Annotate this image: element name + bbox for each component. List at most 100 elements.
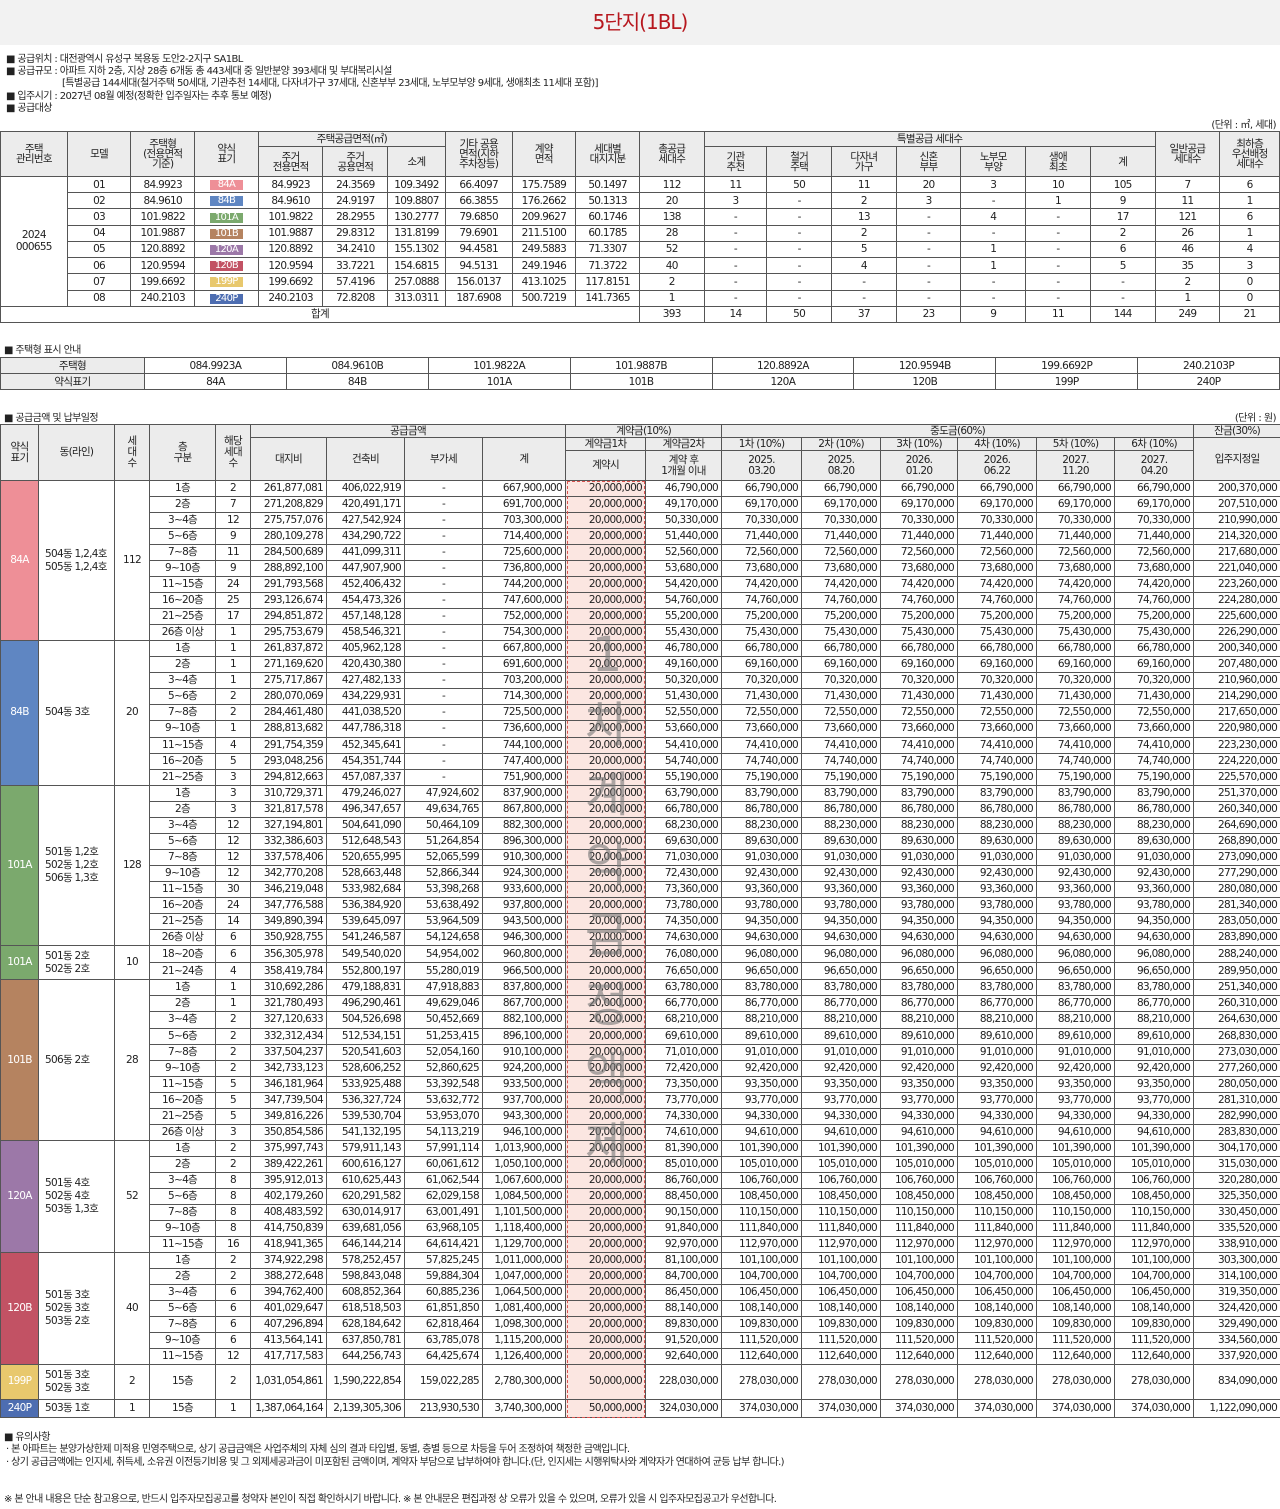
supply-cell: 6 [1089, 240, 1156, 259]
price-middle-6: 94,330,000 [1114, 1107, 1195, 1125]
price-build: 618,518,503 [326, 1300, 405, 1318]
supply-cell: 105 [1089, 175, 1156, 194]
price-floor: 11~15층 [149, 736, 216, 754]
supply-row: 2024 000655 01 84.9923 84A 84.9923 24.3569 109… [0, 175, 1280, 307]
supply-cell: - [1025, 289, 1091, 307]
price-build: 552,800,197 [326, 962, 405, 981]
price-floor: 3~4층 [149, 1011, 216, 1029]
price-row: 16~20층 25 293,126,674 454,473,326-747,600,0… [1, 592, 1280, 610]
price-middle-1: 73,680,000 [721, 560, 803, 578]
price-floor: 1층 [149, 979, 216, 997]
price-land: 293,048,256 [250, 752, 327, 770]
price-units: 1 [215, 640, 251, 658]
price-deposit2: 74,610,000 [645, 1123, 723, 1141]
supply-cell: 28 [638, 224, 705, 242]
price-floor: 9~10층 [149, 1219, 216, 1237]
price-middle-6: 69,160,000 [1114, 656, 1195, 674]
typemap-type: 240.2103P [1137, 357, 1280, 374]
supply-cell: - [895, 289, 962, 307]
price-sum: 1,064,500,000 [481, 1283, 567, 1302]
supply-cell: - [960, 192, 1027, 210]
price-balance: 214,290,000 [1193, 688, 1280, 706]
supply-total-cell: 249 [1154, 305, 1221, 324]
price-deposit2: 49,160,000 [645, 656, 723, 674]
price-sum: 882,300,000 [481, 816, 567, 834]
price-row: 5~6층 9 280,109,278 434,290,722-714,400,000 2… [1, 528, 1280, 546]
price-units: 6 [215, 1316, 251, 1334]
price-middle-5: 108,450,000 [1036, 1187, 1116, 1205]
price-households-cell: 2 [114, 1364, 150, 1400]
price-deposit1: 20,000,000 [565, 1091, 647, 1109]
supply-cell: 5 [831, 240, 897, 259]
price-row: 5~6층 8 402,179,260 620,291,582 62,029,158 1,0… [1, 1187, 1280, 1205]
price-middle-2: 93,350,000 [801, 1075, 882, 1093]
price-vat: - [404, 560, 483, 578]
price-households-cell: 10 [114, 944, 150, 981]
price-build: 578,252,457 [326, 1251, 405, 1269]
price-floor: 7~8층 [149, 544, 216, 562]
price-units: 9 [215, 560, 251, 578]
price-sum: 933,600,000 [481, 880, 567, 898]
price-middle-5: 94,350,000 [1036, 912, 1116, 930]
price-build: 420,491,171 [326, 496, 405, 514]
price-floor: 3~4층 [149, 512, 216, 530]
price-sum: 1,126,400,000 [481, 1348, 567, 1366]
price-sum: 1,047,000,000 [481, 1267, 567, 1286]
supply-cell: 02 [66, 192, 132, 210]
price-vat: 61,851,850 [404, 1300, 483, 1318]
supply-cell: 199.6692 [130, 273, 196, 291]
price-middle-5: 72,560,000 [1036, 544, 1116, 562]
price-build: 2,139,305,306 [326, 1398, 405, 1419]
price-vat: 59,884,304 [404, 1267, 483, 1286]
price-middle-3: 93,350,000 [880, 1075, 959, 1093]
price-balance: 281,310,000 [1193, 1091, 1280, 1109]
price-sum: 754,300,000 [481, 624, 567, 642]
price-units: 5 [215, 1075, 251, 1093]
price-middle-3: 71,440,000 [880, 528, 959, 546]
price-deposit2: 74,350,000 [645, 912, 723, 930]
price-deposit1: 20,000,000 [565, 1155, 647, 1173]
price-build: 496,290,461 [326, 995, 405, 1013]
price-build: 447,907,900 [326, 560, 405, 578]
supply-row: 06 120.9594 120B 120.9594 33.7221 154.6815 94.… [1, 257, 1280, 275]
type-chip-cell: 120B [194, 257, 259, 275]
price-middle-2: 108,450,000 [801, 1187, 882, 1205]
supply-cell: 94.5131 [444, 257, 513, 275]
price-middle-2: 71,440,000 [801, 528, 882, 546]
price-build: 520,541,603 [326, 1043, 405, 1061]
price-middle-4: 74,760,000 [957, 592, 1038, 610]
price-build: 600,616,127 [326, 1155, 405, 1173]
supply-cell: 66.4097 [444, 175, 513, 194]
price-units: 2 [215, 1267, 251, 1286]
price-deposit1: 20,000,000 [565, 1235, 647, 1253]
price-row: 3~4층 2 327,120,633 504,526,698 50,452,669 882… [1, 1011, 1280, 1029]
price-land: 389,422,261 [250, 1155, 327, 1173]
price-units: 24 [215, 896, 251, 914]
supply-cell: - [766, 273, 832, 291]
price-floor: 1층 [149, 640, 216, 658]
price-units: 2 [215, 1139, 251, 1157]
price-middle-3: 101,390,000 [880, 1139, 959, 1157]
price-vat: 62,818,464 [404, 1316, 483, 1334]
price-row: 7~8층 8 408,483,592 630,014,917 63,001,491 1,1… [1, 1203, 1280, 1221]
supply-cell: 500.7219 [511, 289, 577, 307]
price-middle-1: 83,780,000 [721, 979, 803, 997]
supply-cell: 3 [895, 192, 962, 210]
supply-total-cell: 21 [1219, 305, 1280, 324]
pth-build: 건축비 [326, 437, 405, 481]
price-deposit2: 76,650,000 [645, 962, 723, 981]
supply-cell: 120.8892 [257, 240, 324, 259]
supply-scale-detail: [특별공급 144세대(철거주택 50세대, 기관추천 14세대, 다자녀가구 … [62, 78, 599, 89]
price-vat: 63,785,078 [404, 1332, 483, 1350]
price-build: 454,351,744 [326, 752, 405, 770]
type-chip: 84B [209, 196, 243, 207]
price-vat: - [404, 592, 483, 610]
price-middle-2: 101,390,000 [801, 1139, 882, 1157]
price-middle-1: 92,430,000 [721, 864, 803, 882]
price-middle-3: 101,100,000 [880, 1251, 959, 1269]
price-row: 120B 501동 3호 502동 3호 503동 2호 40 1층 2 374,922,… [0, 1251, 1280, 1366]
price-floor: 1층 [149, 784, 216, 802]
price-middle-6: 74,420,000 [1114, 576, 1195, 594]
supply-cell: 13 [831, 208, 897, 226]
th-first: 생애 최초 [1025, 146, 1091, 177]
